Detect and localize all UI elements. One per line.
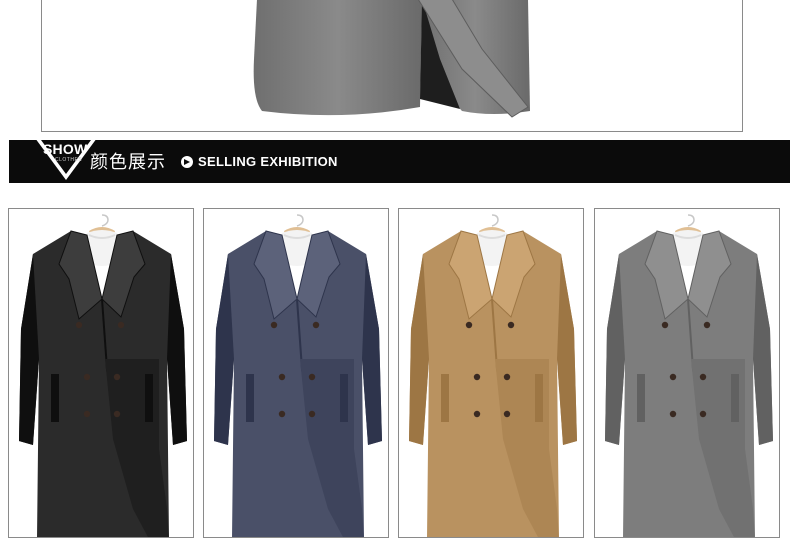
coat-button (113, 373, 121, 381)
coat-button (699, 410, 707, 418)
coat-button (83, 373, 91, 381)
coat-button (278, 373, 286, 381)
pocket-flap (51, 374, 59, 422)
coat-button (507, 321, 515, 329)
coat-button (113, 410, 121, 418)
coat-button (75, 321, 83, 329)
coat-button (465, 321, 473, 329)
coat-button (312, 321, 320, 329)
section-banner: SHOW CLOTHES 颜色展示 SELLING EXHIBITION (9, 138, 790, 183)
pocket-flap (340, 374, 348, 422)
top-product-image (41, 0, 743, 132)
coat-image (214, 214, 382, 537)
coat-button (473, 373, 481, 381)
grey-coat-hem-image (253, 0, 530, 118)
pocket-flap (731, 374, 739, 422)
pocket-flap (441, 374, 449, 422)
arrow-right-circle-icon (181, 156, 193, 168)
coat-button (699, 373, 707, 381)
coat-button (703, 321, 711, 329)
pocket-flap (246, 374, 254, 422)
coat-button (473, 410, 481, 418)
pocket-flap (637, 374, 645, 422)
coat-button (669, 373, 677, 381)
coat-button (308, 410, 316, 418)
coat-button (270, 321, 278, 329)
coat-button (83, 410, 91, 418)
pocket-flap (535, 374, 543, 422)
coat-button (661, 321, 669, 329)
pocket-flap (145, 374, 153, 422)
coat-button (503, 373, 511, 381)
coat-button (308, 373, 316, 381)
coat-image (19, 214, 187, 537)
coat-button (669, 410, 677, 418)
coat-button (503, 410, 511, 418)
color-card-black[interactable] (8, 208, 194, 538)
color-card-camel[interactable] (398, 208, 584, 538)
coat-image (605, 214, 773, 537)
coat-image (409, 214, 577, 537)
coat-button (117, 321, 125, 329)
coat-button (278, 410, 286, 418)
section-title-en: SELLING EXHIBITION (198, 154, 338, 169)
section-title-cn: 颜色展示 (90, 152, 166, 173)
color-card-navy[interactable] (203, 208, 389, 538)
color-card-grey[interactable] (594, 208, 780, 538)
badge-title: SHOW (43, 141, 88, 157)
badge-subtitle: CLOTHES (55, 157, 83, 163)
